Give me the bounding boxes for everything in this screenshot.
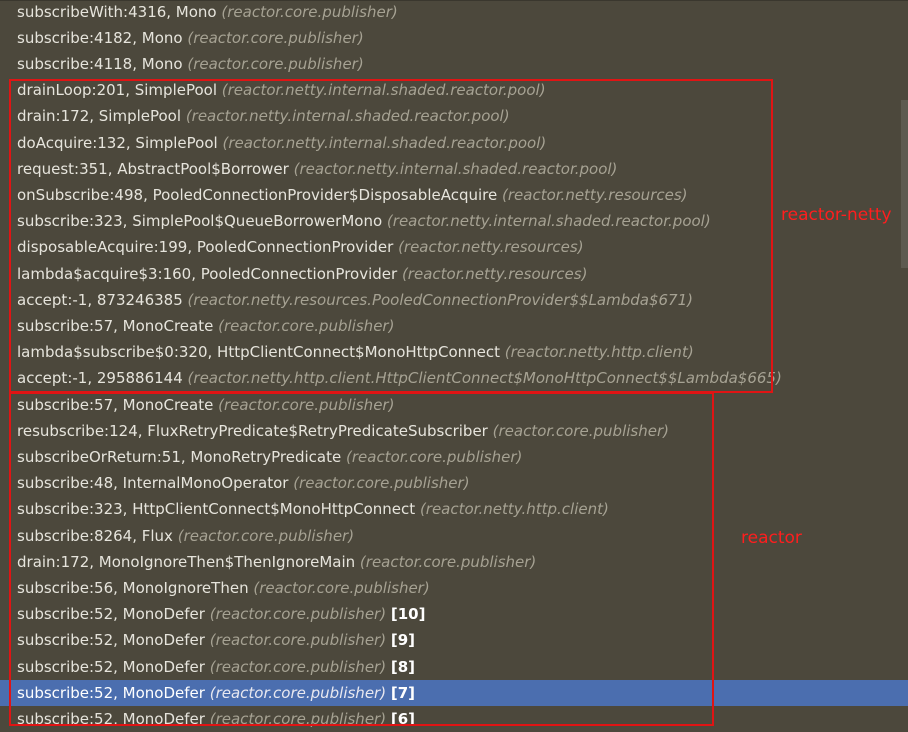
frame-package: (reactor.core.publisher) [218,316,395,335]
frame-method: subscribe:57, MonoCreate [17,395,214,414]
stack-frame-row[interactable]: subscribe:323, SimplePool$QueueBorrowerM… [0,208,908,234]
frame-package: (reactor.netty.internal.shaded.reactor.p… [386,212,711,231]
stack-frame-row[interactable]: drain:172, MonoIgnoreThen$ThenIgnoreMain… [0,549,908,575]
frame-method: disposableAcquire:199, PooledConnectionP… [17,238,394,257]
frame-package: (reactor.netty.internal.shaded.reactor.p… [221,81,546,100]
frame-method: subscribe:56, MonoIgnoreThen [17,578,249,597]
frame-package: (reactor.core.publisher) [209,657,387,676]
frame-method: subscribe:4182, Mono [17,28,183,47]
reactor-netty-annotation-label: reactor-netty [781,205,892,225]
frame-package: (reactor.netty.http.client) [419,500,609,519]
frame-method: resubscribe:124, FluxRetryPredicate$Retr… [17,421,488,440]
frame-method: subscribe:52, MonoDefer [17,683,205,702]
stack-frame-row[interactable]: subscribe:56, MonoIgnoreThen (reactor.co… [0,575,908,601]
stack-frame-row[interactable]: subscribe:57, MonoCreate (reactor.core.p… [0,392,908,418]
frame-package: (reactor.netty.internal.shaded.reactor.p… [222,133,547,152]
stack-frame-row[interactable]: subscribe:52, MonoDefer (reactor.core.pu… [0,627,908,653]
frame-method: subscribe:4118, Mono [17,54,183,73]
stack-frame-row[interactable]: disposableAcquire:199, PooledConnectionP… [0,234,908,260]
stack-frame-row[interactable]: subscribe:52, MonoDefer (reactor.core.pu… [0,654,908,680]
frame-method: subscribe:52, MonoDefer [17,709,205,728]
vertical-scrollbar[interactable] [900,0,908,729]
frame-method: accept:-1, 295886144 [17,369,183,388]
stack-frame-row[interactable]: doAcquire:132, SimplePool (reactor.netty… [0,130,908,156]
frame-method: doAcquire:132, SimplePool [17,133,218,152]
frame-method: lambda$subscribe$0:320, HttpClientConnec… [17,343,500,362]
frame-method: subscribe:52, MonoDefer [17,605,205,624]
frame-recursion-count: [9] [390,631,416,650]
scrollbar-thumb[interactable] [901,100,908,268]
frame-package: (reactor.core.publisher) [221,2,398,21]
frame-recursion-count: [6] [390,709,416,728]
frame-package: (reactor.netty.resources) [502,185,688,204]
frame-package: (reactor.netty.resources) [398,238,584,257]
frame-package: (reactor.core.publisher) [209,631,387,650]
frame-package: (reactor.core.publisher) [187,54,364,73]
frame-package: (reactor.core.publisher) [209,605,387,624]
frame-method: drainLoop:201, SimplePool [17,81,217,100]
stack-frame-row[interactable]: subscribeWith:4316, Mono (reactor.core.p… [0,0,908,25]
stack-frame-row[interactable]: lambda$subscribe$0:320, HttpClientConnec… [0,339,908,365]
frame-package: (reactor.core.publisher) [359,552,537,571]
frame-method: lambda$acquire$3:160, PooledConnectionPr… [17,264,398,283]
frame-recursion-count: [10] [390,605,426,624]
frame-method: subscribe:323, SimplePool$QueueBorrowerM… [17,212,383,231]
frame-package: (reactor.netty.resources.PooledConnectio… [187,290,693,309]
frame-method: request:351, AbstractPool$Borrower [17,159,289,178]
stack-frame-row[interactable]: subscribe:57, MonoCreate (reactor.core.p… [0,313,908,339]
stack-frame-row[interactable]: subscribe:52, MonoDefer (reactor.core.pu… [0,679,908,706]
frame-package: (reactor.netty.internal.shaded.reactor.p… [293,159,618,178]
frame-package: (reactor.core.publisher) [253,578,430,597]
frame-method: subscribe:57, MonoCreate [17,316,214,335]
stack-frame-row[interactable]: resubscribe:124, FluxRetryPredicate$Retr… [0,418,908,444]
frame-recursion-count: [8] [390,657,416,676]
call-stack-frames-list: subscribeWith:4316, Mono (reactor.core.p… [0,0,908,729]
stack-frame-row[interactable]: subscribe:52, MonoDefer (reactor.core.pu… [0,706,908,732]
stack-frame-row[interactable]: subscribe:323, HttpClientConnect$MonoHtt… [0,496,908,522]
frame-method: subscribe:8264, Flux [17,526,173,545]
frame-method: subscribeOrReturn:51, MonoRetryPredicate [17,447,342,466]
frame-package: (reactor.core.publisher) [209,709,387,728]
stack-frame-row[interactable]: accept:-1, 873246385 (reactor.netty.reso… [0,287,908,313]
frame-method: drain:172, MonoIgnoreThen$ThenIgnoreMain [17,552,356,571]
stack-frame-row[interactable]: subscribe:4118, Mono (reactor.core.publi… [0,51,908,77]
frame-method: accept:-1, 873246385 [17,290,183,309]
frame-package: (reactor.core.publisher) [209,683,387,702]
frame-recursion-count: [7] [390,683,416,702]
frame-package: (reactor.core.publisher) [187,28,364,47]
frame-package: (reactor.core.publisher) [346,447,523,466]
frame-method: subscribeWith:4316, Mono [17,2,217,21]
frame-method: subscribe:52, MonoDefer [17,631,205,650]
frame-method: onSubscribe:498, PooledConnectionProvide… [17,185,498,204]
frame-package: (reactor.netty.http.client.HttpClientCon… [187,369,782,388]
frame-package: (reactor.core.publisher) [177,526,355,545]
stack-frame-row[interactable]: subscribe:52, MonoDefer (reactor.core.pu… [0,601,908,627]
stack-frame-row[interactable]: accept:-1, 295886144 (reactor.netty.http… [0,365,908,391]
stack-frame-row[interactable]: subscribe:4182, Mono (reactor.core.publi… [0,25,908,51]
stack-frame-row[interactable]: lambda$acquire$3:160, PooledConnectionPr… [0,261,908,287]
frame-package: (reactor.netty.http.client) [504,343,694,362]
frame-method: subscribe:323, HttpClientConnect$MonoHtt… [17,500,416,519]
stack-frame-row[interactable]: subscribeOrReturn:51, MonoRetryPredicate… [0,444,908,470]
reactor-annotation-label: reactor [741,528,802,548]
frame-package: (reactor.netty.internal.shaded.reactor.p… [185,107,510,126]
frame-package: (reactor.core.publisher) [218,395,395,414]
frame-method: subscribe:48, InternalMonoOperator [17,474,289,493]
frame-package: (reactor.core.publisher) [492,421,669,440]
stack-frame-row[interactable]: onSubscribe:498, PooledConnectionProvide… [0,182,908,208]
frame-package: (reactor.core.publisher) [293,474,470,493]
frame-method: subscribe:52, MonoDefer [17,657,205,676]
stack-frame-row[interactable]: request:351, AbstractPool$Borrower (reac… [0,156,908,182]
frame-method: drain:172, SimplePool [17,107,182,126]
stack-frame-row[interactable]: drain:172, SimplePool (reactor.netty.int… [0,103,908,129]
panel-top-border [0,0,908,1]
stack-frame-row[interactable]: drainLoop:201, SimplePool (reactor.netty… [0,77,908,103]
frame-package: (reactor.netty.resources) [401,264,588,283]
stack-frame-row[interactable]: subscribe:48, InternalMonoOperator (reac… [0,470,908,496]
